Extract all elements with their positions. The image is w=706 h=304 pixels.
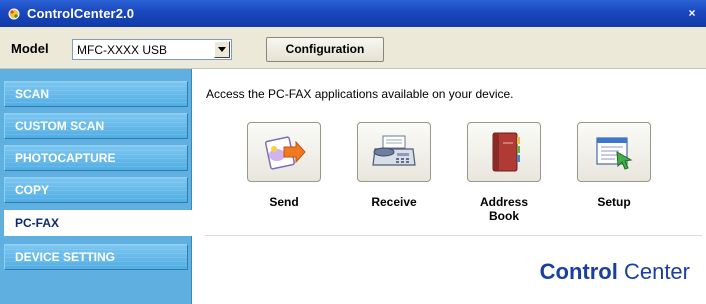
divider [205, 235, 702, 236]
receive-button[interactable] [357, 122, 431, 182]
send-label: Send [269, 195, 299, 209]
send-button[interactable] [247, 122, 321, 182]
address-book-button[interactable] [467, 122, 541, 182]
sidebar-item-scan[interactable]: SCAN [4, 81, 188, 107]
setup-label: Setup [597, 195, 631, 209]
configuration-button[interactable]: Configuration [266, 37, 384, 62]
setup-button[interactable] [577, 122, 651, 182]
main-panel: Access the PC-FAX applications available… [193, 69, 706, 304]
brand-strong-text: Control [539, 259, 618, 284]
close-button[interactable]: × [684, 5, 700, 21]
toolbar: Model MFC-XXXX USB Configuration [0, 27, 706, 69]
title-bar: ControlCenter2.0 × [0, 0, 706, 27]
receive-label: Receive [371, 195, 417, 209]
sidebar: SCAN CUSTOM SCAN PHOTOCAPTURE COPY PC-FA… [0, 69, 193, 304]
fax-machine-icon [372, 135, 416, 166]
sidebar-item-copy[interactable]: COPY [4, 177, 188, 203]
dropdown-arrow-button[interactable] [214, 41, 230, 58]
sidebar-item-device-setting[interactable]: DEVICE SETTING [4, 244, 188, 270]
model-label: Model [11, 41, 49, 56]
sidebar-item-photocapture[interactable]: PHOTOCAPTURE [4, 145, 188, 171]
address-book-icon [492, 132, 520, 172]
control-center-logo: Control Center [540, 259, 690, 285]
send-icon [264, 136, 306, 170]
setup-icon [596, 137, 633, 170]
panel-description: Access the PC-FAX applications available… [206, 87, 514, 101]
sidebar-item-pc-fax[interactable]: PC-FAX [4, 210, 193, 236]
model-select-value: MFC-XXXX USB [77, 42, 168, 57]
app-logo-icon [6, 6, 22, 22]
address-book-label: Address Book [479, 195, 529, 223]
brand-light-text: Center [617, 259, 690, 284]
sidebar-item-custom-scan[interactable]: CUSTOM SCAN [4, 113, 188, 139]
window-title: ControlCenter2.0 [27, 6, 135, 21]
chevron-down-icon [218, 47, 226, 52]
model-select[interactable]: MFC-XXXX USB [72, 39, 232, 60]
